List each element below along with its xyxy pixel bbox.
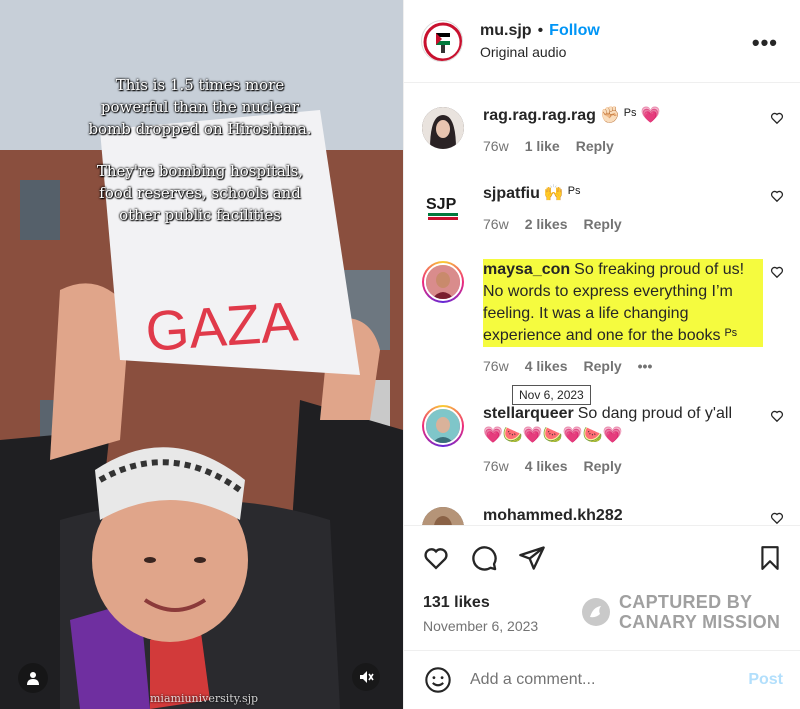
comment-emojis: 💗🍉💗🍉💗🍉💗 xyxy=(483,427,623,444)
comment-time[interactable]: 76w xyxy=(483,135,509,157)
video-watermark: miamiuniversity.sjp xyxy=(150,692,259,705)
user-icon xyxy=(27,672,39,685)
comment-text: ✊🏻 ᴾˢ 💗 xyxy=(599,107,661,124)
canary-mission-watermark: CAPTURED BY CANARY MISSION xyxy=(581,592,780,632)
follow-button[interactable]: Follow xyxy=(549,22,600,40)
commenter-avatar[interactable] xyxy=(422,405,464,447)
post-date: November 6, 2023 xyxy=(423,618,539,634)
svg-text:SJP: SJP xyxy=(426,196,457,213)
post-header: mu.sjp • Follow Original audio ••• xyxy=(404,0,800,83)
tagged-users-button[interactable] xyxy=(18,663,48,693)
comment-username[interactable]: maysa_con xyxy=(483,261,570,278)
comment-time[interactable]: 76w xyxy=(483,213,509,235)
heart-icon[interactable] xyxy=(770,409,784,423)
highlighted-comment: maysa_con So freaking proud of us! No wor… xyxy=(483,259,763,347)
emoji-smiley-icon[interactable] xyxy=(424,666,452,694)
sjp-logo-icon xyxy=(423,22,462,61)
comment-username[interactable]: mohammed.kh282 xyxy=(483,507,623,524)
mute-button[interactable] xyxy=(352,663,380,691)
comment-item: maysa_con So freaking proud of us! No wor… xyxy=(422,259,792,377)
sign-text: GAZA xyxy=(143,289,300,363)
comment-more-button[interactable]: ••• xyxy=(638,355,653,377)
reply-button[interactable]: Reply xyxy=(576,135,614,157)
canary-line-1: CAPTURED BY xyxy=(619,592,753,612)
comment-item: rag.rag.rag.rag ✊🏻 ᴾˢ 💗 76w 1 like Reply xyxy=(422,105,792,157)
author-username[interactable]: mu.sjp xyxy=(480,22,532,40)
comment-item: SJP sjpatfiu 🙌 ᴾˢ 76w 2 likes Reply xyxy=(422,183,792,235)
heart-icon[interactable] xyxy=(770,189,784,203)
audio-link[interactable]: Original audio xyxy=(480,44,600,60)
avatar-photo-icon xyxy=(422,107,464,149)
comment-username[interactable]: rag.rag.rag.rag xyxy=(483,107,596,124)
comment-likes[interactable]: 2 likes xyxy=(525,213,568,235)
add-comment-bar: Post xyxy=(404,650,800,709)
avatar-photo-icon xyxy=(426,265,460,299)
commenter-avatar[interactable] xyxy=(422,107,464,149)
comment-likes[interactable]: 4 likes xyxy=(525,355,568,377)
reply-button[interactable]: Reply xyxy=(584,355,622,377)
heart-icon[interactable] xyxy=(770,265,784,279)
author-avatar[interactable] xyxy=(421,20,463,62)
caption-line-2: They're bombing hospitals, food reserves… xyxy=(96,162,304,224)
reply-button[interactable]: Reply xyxy=(584,213,622,235)
commenter-avatar[interactable]: SJP xyxy=(422,185,464,227)
comment-likes[interactable]: 4 likes xyxy=(525,455,568,477)
post-actions: 131 likes November 6, 2023 CAPTURED BY C… xyxy=(404,525,800,650)
post-comment-button[interactable]: Post xyxy=(748,671,783,689)
comment-text: 🙌 ᴾˢ xyxy=(543,185,581,202)
comments-list[interactable]: rag.rag.rag.rag ✊🏻 ᴾˢ 💗 76w 1 like Reply … xyxy=(404,83,800,525)
like-heart-icon[interactable] xyxy=(422,544,450,572)
sjp-fiu-logo-icon: SJP xyxy=(422,185,464,227)
comment-time[interactable]: 76w xyxy=(483,355,509,377)
comment-item: mohammed.kh282 xyxy=(422,505,792,525)
reply-button[interactable]: Reply xyxy=(584,455,622,477)
avatar-photo-icon xyxy=(426,409,460,443)
canary-line-2: CANARY MISSION xyxy=(619,612,781,632)
likes-count[interactable]: 131 likes xyxy=(423,594,490,612)
video-caption: This is 1.5 times more powerful than the… xyxy=(85,74,315,246)
comment-bubble-icon[interactable] xyxy=(470,544,498,572)
share-send-icon[interactable] xyxy=(518,544,546,572)
comment-username[interactable]: stellarqueer xyxy=(483,405,574,422)
caption-line-1: This is 1.5 times more powerful than the… xyxy=(88,76,312,138)
commenter-avatar[interactable] xyxy=(422,261,464,303)
comment-likes[interactable]: 1 like xyxy=(525,135,560,157)
comment-time[interactable]: 76w xyxy=(483,455,509,477)
comment-item: stellarqueer So dang proud of y'all 💗🍉💗🍉💗… xyxy=(422,403,792,477)
avatar-photo-icon xyxy=(422,507,464,525)
comment-text: So dang proud of y'all xyxy=(577,405,732,422)
muted-speaker-icon xyxy=(360,671,374,683)
heart-icon[interactable] xyxy=(770,511,784,525)
timestamp-tooltip: Nov 6, 2023 xyxy=(512,385,591,405)
bookmark-icon[interactable] xyxy=(757,544,783,572)
canary-bird-icon xyxy=(582,598,610,626)
comment-input[interactable] xyxy=(470,671,730,689)
commenter-avatar[interactable] xyxy=(422,507,464,525)
more-options-button[interactable]: ••• xyxy=(752,30,778,56)
post-panel: mu.sjp • Follow Original audio ••• rag.r… xyxy=(403,0,800,709)
reel-video[interactable]: GAZA This is 1.5 times more powerful tha… xyxy=(0,0,403,709)
separator-dot: • xyxy=(537,22,544,39)
comment-username[interactable]: sjpatfiu xyxy=(483,185,540,202)
heart-icon[interactable] xyxy=(770,111,784,125)
